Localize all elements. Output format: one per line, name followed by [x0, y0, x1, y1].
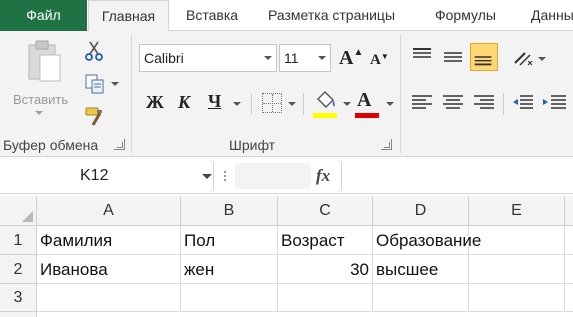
select-all-button[interactable] [0, 196, 37, 226]
align-center-icon[interactable] [439, 89, 467, 117]
column-header-d[interactable]: D [373, 196, 469, 226]
cell-partial[interactable] [565, 255, 573, 284]
cell-d2[interactable]: высшее [373, 255, 469, 284]
tab-insert[interactable]: Вставка [186, 0, 238, 31]
align-middle-icon[interactable] [439, 43, 467, 71]
row-header-partial[interactable] [0, 312, 37, 317]
italic-icon[interactable]: К [178, 92, 190, 113]
group-divider [131, 35, 132, 153]
decrease-indent-icon[interactable] [509, 89, 537, 117]
cell-a3[interactable] [37, 284, 181, 312]
column-header-e[interactable]: E [469, 196, 565, 226]
chevron-down-icon [318, 56, 326, 60]
cell-b1[interactable]: Пол [181, 226, 278, 255]
tab-file[interactable]: Файл [0, 0, 87, 31]
spreadsheet-grid: A B C D E 1 Фамилия Пол Возраст Образова… [0, 196, 573, 317]
cell-b3[interactable] [181, 284, 278, 312]
align-left-icon[interactable] [408, 89, 436, 117]
formula-bar: K12 fx [0, 158, 573, 194]
cell-c1[interactable]: Возраст [278, 226, 373, 255]
paste-icon[interactable] [26, 39, 62, 83]
font-size-value: 11 [284, 50, 299, 66]
row-header-3[interactable]: 3 [0, 284, 37, 312]
orientation-dropdown-icon[interactable] [538, 57, 546, 61]
paste-button-label[interactable]: Вставить [13, 92, 68, 107]
paste-dropdown-icon[interactable] [35, 111, 43, 115]
font-name-select[interactable]: Calibri [139, 44, 277, 72]
align-top-icon[interactable] [408, 43, 436, 71]
font-color-swatch [355, 113, 379, 118]
borders-dropdown-icon[interactable] [288, 102, 296, 106]
cell-d1[interactable]: Образование [373, 226, 481, 255]
cell-e2[interactable] [469, 255, 565, 284]
cell-a1[interactable]: Фамилия [37, 226, 181, 255]
fill-color-dropdown-icon[interactable] [343, 102, 351, 106]
cell-c2[interactable]: 30 [278, 255, 373, 284]
underline-dropdown-icon[interactable] [233, 102, 241, 106]
fill-color-swatch [313, 113, 337, 118]
ribbon: Вставить Буфер обмена Calibri 11 A▲ A▼ Ж… [0, 31, 573, 157]
formula-input[interactable] [343, 161, 573, 191]
column-header-b[interactable]: B [181, 196, 278, 226]
toolbar-divider [503, 93, 504, 115]
clipboard-dialog-launcher-icon[interactable] [114, 139, 125, 150]
row-header-2[interactable]: 2 [0, 255, 37, 284]
copy-icon[interactable] [84, 73, 106, 95]
chevron-down-icon [264, 56, 272, 60]
tab-home[interactable]: Главная [88, 0, 169, 32]
borders-icon[interactable] [262, 93, 282, 113]
toolbar-divider [251, 93, 252, 115]
font-color-icon[interactable]: A [357, 89, 371, 112]
tab-data[interactable]: Данны [531, 0, 573, 31]
font-color-dropdown-icon[interactable] [386, 102, 394, 106]
formula-bar-divider [341, 161, 342, 191]
tab-page-layout[interactable]: Разметка страницы [268, 0, 395, 31]
align-right-icon[interactable] [470, 89, 498, 117]
increase-indent-icon[interactable] [540, 89, 568, 117]
shrink-font-icon[interactable]: A▼ [370, 52, 389, 69]
column-header-partial[interactable] [565, 196, 573, 226]
row-header-1[interactable]: 1 [0, 226, 37, 255]
tab-formulas[interactable]: Формулы [435, 0, 496, 31]
format-painter-icon[interactable] [84, 105, 106, 127]
column-header-a[interactable]: A [37, 196, 181, 226]
copy-dropdown-icon[interactable] [111, 82, 119, 86]
name-box[interactable]: K12 [0, 161, 214, 191]
text-orientation-icon[interactable] [512, 47, 534, 69]
cell-b2[interactable]: жен [181, 255, 278, 284]
cell-partial[interactable] [565, 284, 573, 312]
align-bottom-icon[interactable] [470, 43, 498, 71]
resize-handle-icon[interactable] [221, 169, 229, 183]
cut-icon[interactable] [84, 41, 104, 61]
underline-icon[interactable]: Ч [208, 91, 221, 112]
column-header-c[interactable]: C [278, 196, 373, 226]
formula-bar-controls [235, 163, 311, 189]
fill-color-icon[interactable] [314, 89, 338, 115]
cell-e3[interactable] [469, 284, 565, 312]
cell-a2[interactable]: Иванова [37, 255, 181, 284]
ribbon-tab-bar: Файл Главная Вставка Разметка страницы Ф… [0, 0, 573, 32]
font-size-select[interactable]: 11 [279, 44, 331, 72]
cell-partial[interactable] [565, 226, 573, 255]
font-name-value: Calibri [144, 50, 184, 66]
name-box-dropdown-icon[interactable] [202, 174, 212, 179]
grow-font-icon[interactable]: A▲ [339, 47, 363, 70]
cell-e1[interactable] [469, 226, 565, 255]
bold-icon[interactable]: Ж [146, 92, 164, 113]
group-divider [400, 35, 401, 153]
cell-d3[interactable] [373, 284, 469, 312]
toolbar-divider [303, 93, 304, 115]
font-group-label: Шрифт [229, 137, 276, 153]
font-dialog-launcher-icon[interactable] [381, 139, 392, 150]
clipboard-group-label: Буфер обмена [3, 137, 99, 153]
insert-function-icon[interactable]: fx [316, 166, 330, 186]
cell-c3[interactable] [278, 284, 373, 312]
